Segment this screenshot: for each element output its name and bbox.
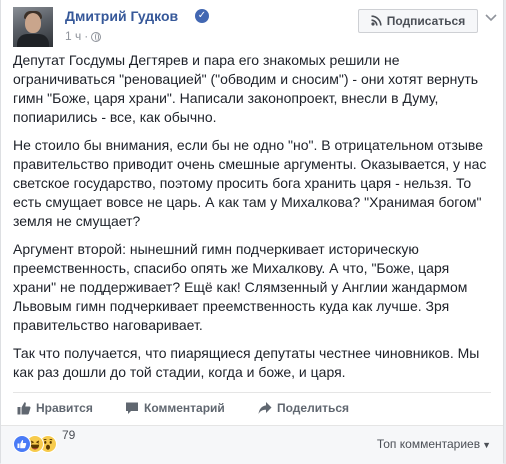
comment-bubble-icon xyxy=(126,402,138,414)
post-meta: 1 ч · xyxy=(65,29,102,43)
like-label: Нравится xyxy=(36,401,93,415)
post-paragraph-4: Так что получается, что пиарящиеся депут… xyxy=(13,345,480,380)
globe-icon[interactable] xyxy=(91,32,102,42)
verified-badge-icon: ✓ xyxy=(195,9,209,23)
author-name[interactable]: Дмитрий Гудков xyxy=(65,8,178,24)
chevron-down-icon[interactable] xyxy=(484,11,498,25)
reaction-count[interactable]: 79 xyxy=(62,428,75,442)
post-body: Депутат Госдумы Дегтярев и пара его знак… xyxy=(13,51,495,391)
caret-down-icon: ▼ xyxy=(482,440,491,450)
comment-button[interactable]: Комментарий xyxy=(125,396,225,420)
share-arrow-icon xyxy=(258,402,272,414)
post-paragraph-1: Депутат Госдумы Дегтярев и пара его знак… xyxy=(13,52,479,125)
share-button[interactable]: Поделиться xyxy=(258,396,349,420)
share-label: Поделиться xyxy=(277,401,350,415)
subscribe-button[interactable]: Подписаться xyxy=(358,9,478,33)
subscribe-label: Подписаться xyxy=(386,14,466,28)
actions-divider xyxy=(13,392,491,393)
like-reaction-icon xyxy=(13,435,31,453)
rss-icon xyxy=(371,15,382,26)
like-button[interactable]: Нравится xyxy=(17,396,93,420)
post-paragraph-3: Аргумент второй: нынешний гимн подчеркив… xyxy=(13,241,468,333)
post-paragraph-2: Не стоило бы внимания, если бы не одно "… xyxy=(13,137,487,229)
avatar[interactable] xyxy=(13,7,53,47)
comment-sort-label: Топ комментариев xyxy=(376,437,481,451)
post-actions: Нравится Комментарий Поделиться xyxy=(13,396,493,420)
meta-separator: · xyxy=(84,29,89,43)
post-time[interactable]: 1 ч xyxy=(65,29,81,43)
comment-sort-dropdown[interactable]: Топ комментариев ▼ xyxy=(377,437,491,451)
post-footer: 79 Топ комментариев ▼ xyxy=(1,425,503,464)
comment-label: Комментарий xyxy=(144,401,225,415)
post-card: Дмитрий Гудков ✓ 1 ч · Подписаться Депута… xyxy=(0,0,504,464)
post-header: Дмитрий Гудков ✓ 1 ч · Подписаться xyxy=(13,7,497,47)
like-thumb-icon xyxy=(17,402,31,415)
